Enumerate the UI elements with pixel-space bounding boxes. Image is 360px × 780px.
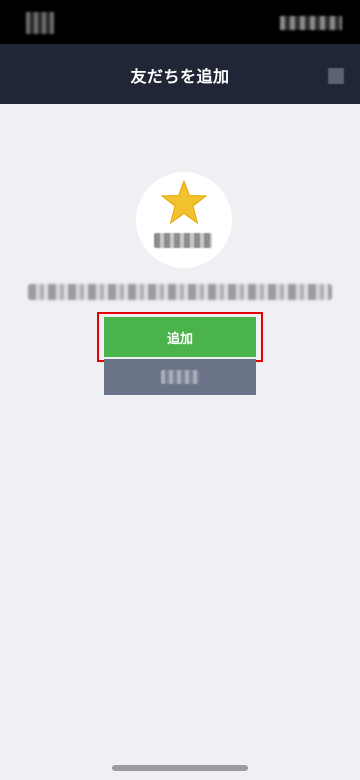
- status-right-obscured: [280, 16, 342, 30]
- page-title: 友だちを追加: [130, 67, 230, 86]
- home-indicator: [112, 765, 248, 771]
- secondary-button[interactable]: [104, 359, 256, 395]
- status-left-obscured: [26, 12, 54, 34]
- header-action-icon[interactable]: [328, 68, 344, 84]
- profile-avatar: [136, 172, 232, 268]
- add-friend-button[interactable]: 追加: [104, 317, 256, 357]
- secondary-button-label-obscured: [161, 370, 199, 384]
- profile-name-obscured: [154, 233, 212, 248]
- status-bar: [0, 0, 360, 44]
- top-navigation: 友だちを追加: [0, 44, 360, 104]
- profile-description-obscured: [28, 284, 332, 300]
- star-icon: [160, 179, 208, 225]
- main-content: 追加: [0, 104, 360, 780]
